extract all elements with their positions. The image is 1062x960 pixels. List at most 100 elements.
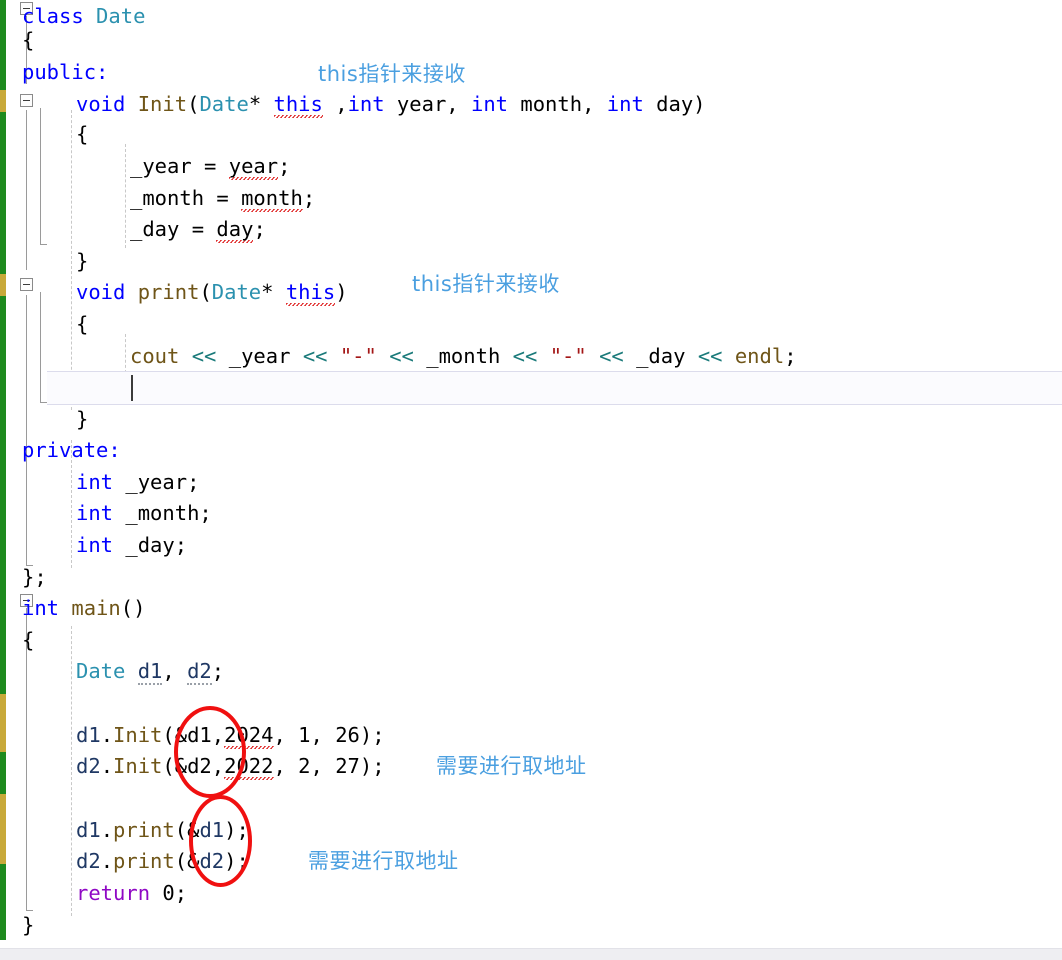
keyword-int: int	[347, 92, 385, 116]
type-date: Date	[199, 92, 249, 116]
status-bar	[0, 948, 1062, 960]
pointer-star: *	[261, 280, 286, 304]
code-line: int main()	[22, 592, 145, 624]
keyword-int: int	[606, 92, 644, 116]
annotation-this-pointer-print: this指针来接收	[412, 272, 560, 296]
brace: }	[76, 407, 89, 431]
variable-d1: d1	[76, 723, 101, 747]
keyword-this-error: this	[285, 280, 336, 306]
address-of-operator: (&	[174, 849, 200, 873]
code-line: d2.Init(&d2,2022, 2, 27);	[76, 750, 385, 782]
operator-shift: <<	[191, 344, 217, 368]
close-paren: );	[224, 849, 249, 873]
operator-shift: <<	[389, 344, 414, 368]
dot: .	[100, 818, 114, 842]
init-args: , 1, 26);	[273, 723, 385, 747]
semicolon: ;	[278, 154, 291, 178]
brace: }	[22, 913, 35, 937]
param-day-error: day	[216, 217, 254, 243]
keyword-int: int	[22, 596, 60, 620]
operator-shift: <<	[512, 344, 538, 368]
paren: )	[335, 280, 348, 304]
code-line: int _month;	[76, 497, 212, 529]
dot: .	[100, 754, 114, 778]
code-line: }	[76, 245, 88, 277]
keyword-void: void	[76, 92, 126, 116]
brace: }	[76, 249, 89, 273]
variable-d1: d1	[137, 659, 163, 685]
annotation-this-pointer-init: this指针来接收	[318, 62, 466, 86]
literal-2022-error: 2022	[224, 754, 274, 780]
code-line: cout << _year << "-" << _month << "-" <<…	[130, 340, 797, 372]
param-month: month,	[508, 92, 607, 116]
semicolon: ;	[302, 186, 316, 210]
keyword-public: public:	[22, 60, 109, 84]
operator-shift: <<	[302, 344, 328, 368]
paren: (	[199, 280, 212, 304]
code-line: {	[22, 24, 34, 56]
member-month: _month	[413, 344, 513, 368]
keyword-int: int	[76, 470, 114, 494]
keyword-void: void	[76, 280, 126, 304]
code-line: _year = year;	[130, 150, 290, 182]
variable-d1: d1	[199, 818, 225, 842]
brace: {	[76, 122, 89, 146]
code-line: private:	[22, 434, 121, 466]
type-date: Date	[76, 659, 126, 683]
io-endl: endl	[734, 344, 785, 368]
variable-d2: d2	[76, 754, 101, 778]
param-year: year,	[384, 92, 471, 116]
literal-2024-error: 2024	[224, 723, 274, 749]
return-value: 0;	[150, 881, 188, 905]
function-print: print	[113, 849, 175, 873]
function-init: Init	[113, 754, 163, 778]
paren: (	[187, 92, 200, 116]
code-text-area[interactable]: class Date { public: void Init(Date* thi…	[0, 0, 1062, 960]
operator-shift: <<	[697, 344, 723, 368]
variable-d2: d2	[76, 849, 101, 873]
keyword-int: int	[76, 501, 114, 525]
class-end: };	[22, 565, 47, 589]
address-of-operator: (&	[174, 818, 200, 842]
semicolon: ;	[211, 659, 225, 683]
address-of-d2: (&d2,	[162, 754, 225, 778]
address-of-d1: (&d1,	[162, 723, 225, 747]
comma: ,	[322, 92, 348, 116]
io-cout: cout	[130, 344, 180, 368]
annotation-address-of-init: 需要进行取地址	[436, 754, 587, 778]
member-year-decl: _year;	[113, 470, 200, 494]
keyword-this-error: this	[273, 92, 323, 118]
brace: {	[22, 28, 35, 52]
param-day: day)	[643, 92, 706, 116]
member-day: _day	[623, 344, 698, 368]
function-init: Init	[113, 723, 163, 747]
code-line: {	[76, 308, 88, 340]
variable-d1: d1	[76, 818, 101, 842]
brace: {	[22, 628, 35, 652]
annotation-address-of-print: 需要进行取地址	[308, 849, 459, 873]
code-line: d1.Init(&d1,2024, 1, 26);	[76, 719, 385, 751]
code-line: void Init(Date* this ,int year, int mont…	[76, 88, 706, 120]
keyword-private: private:	[22, 438, 121, 462]
code-line: d2.print(&d2);	[76, 845, 249, 877]
keyword-int: int	[471, 92, 509, 116]
code-line: d1.print(&d1);	[76, 814, 249, 846]
variable-d2: d2	[187, 659, 212, 685]
function-print: print	[137, 280, 200, 304]
code-line: return 0;	[76, 877, 187, 909]
code-line: }	[76, 403, 88, 435]
assign-year: _year =	[130, 154, 229, 178]
code-line: {	[22, 624, 34, 656]
member-year: _year	[216, 344, 303, 368]
string-dash: "-"	[549, 344, 587, 368]
init-args: , 2, 27);	[273, 754, 385, 778]
comma: ,	[162, 659, 188, 683]
close-paren: );	[224, 818, 249, 842]
assign-month: _month =	[130, 186, 242, 210]
